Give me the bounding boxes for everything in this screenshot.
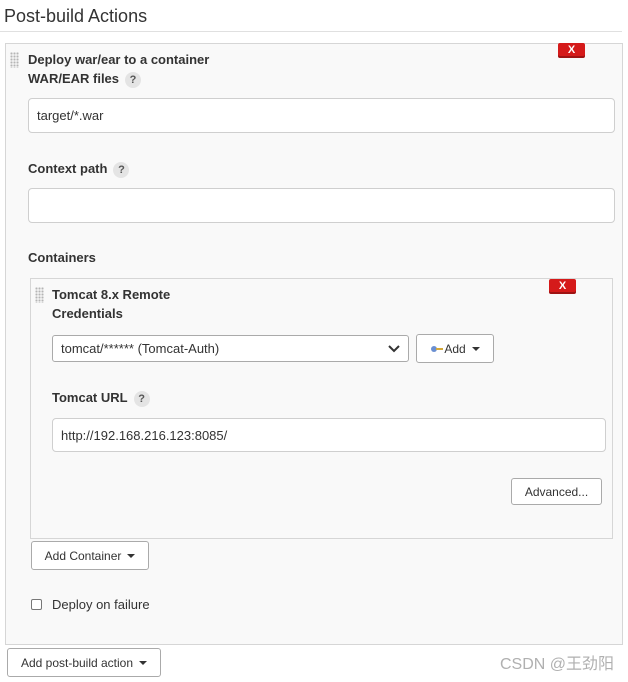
add-credentials-button[interactable]: Add (416, 334, 494, 363)
remove-deploy-button[interactable]: X (558, 43, 585, 58)
section-divider (0, 31, 622, 32)
tomcat-url-label: Tomcat URL? (52, 390, 150, 407)
war-files-value: target/*.war (37, 108, 104, 123)
deploy-panel-title: Deploy war/ear to a container (28, 52, 210, 67)
context-path-input[interactable] (28, 188, 615, 223)
container-title: Tomcat 8.x Remote (52, 287, 171, 302)
help-icon[interactable]: ? (133, 390, 150, 407)
tomcat-url-input[interactable]: http://192.168.216.123:8085/ (52, 418, 606, 452)
caret-down-icon (471, 346, 480, 351)
deploy-on-failure-label: Deploy on failure (52, 597, 150, 612)
context-path-label-text: Context path (28, 161, 108, 176)
drag-handle-icon[interactable] (10, 52, 19, 68)
tomcat-url-value: http://192.168.216.123:8085/ (61, 427, 228, 443)
deploy-on-failure-checkbox[interactable] (31, 599, 42, 610)
add-container-button[interactable]: Add Container (31, 541, 149, 570)
credentials-label: Credentials (52, 306, 123, 321)
chevron-down-icon (388, 344, 400, 352)
containers-label: Containers (28, 250, 96, 265)
drag-handle-icon[interactable] (35, 287, 44, 303)
advanced-button[interactable]: Advanced... (511, 478, 602, 505)
tomcat-url-label-text: Tomcat URL (52, 390, 128, 405)
context-path-label: Context path? (28, 161, 130, 178)
add-container-label: Add Container (44, 548, 122, 563)
war-files-input[interactable]: target/*.war (28, 98, 615, 133)
watermark: CSDN @王劲阳 (499, 656, 614, 673)
help-icon[interactable]: ? (125, 71, 142, 88)
credentials-select[interactable]: tomcat/****** (Tomcat-Auth) (52, 335, 409, 362)
add-post-build-action-button[interactable]: Add post-build action (7, 648, 161, 677)
caret-down-icon (139, 660, 148, 665)
war-files-label-text: WAR/EAR files (28, 71, 120, 86)
caret-down-icon (127, 553, 136, 558)
add-post-build-action-label: Add post-build action (20, 655, 134, 670)
war-files-label: WAR/EAR files? (28, 71, 142, 88)
help-icon[interactable]: ? (113, 161, 130, 178)
key-icon (431, 345, 444, 352)
remove-container-button[interactable]: X (549, 279, 576, 294)
credentials-value: tomcat/****** (Tomcat-Auth) (61, 341, 220, 356)
section-title: Post-build Actions (4, 6, 148, 26)
add-credentials-label: Add (444, 341, 466, 356)
